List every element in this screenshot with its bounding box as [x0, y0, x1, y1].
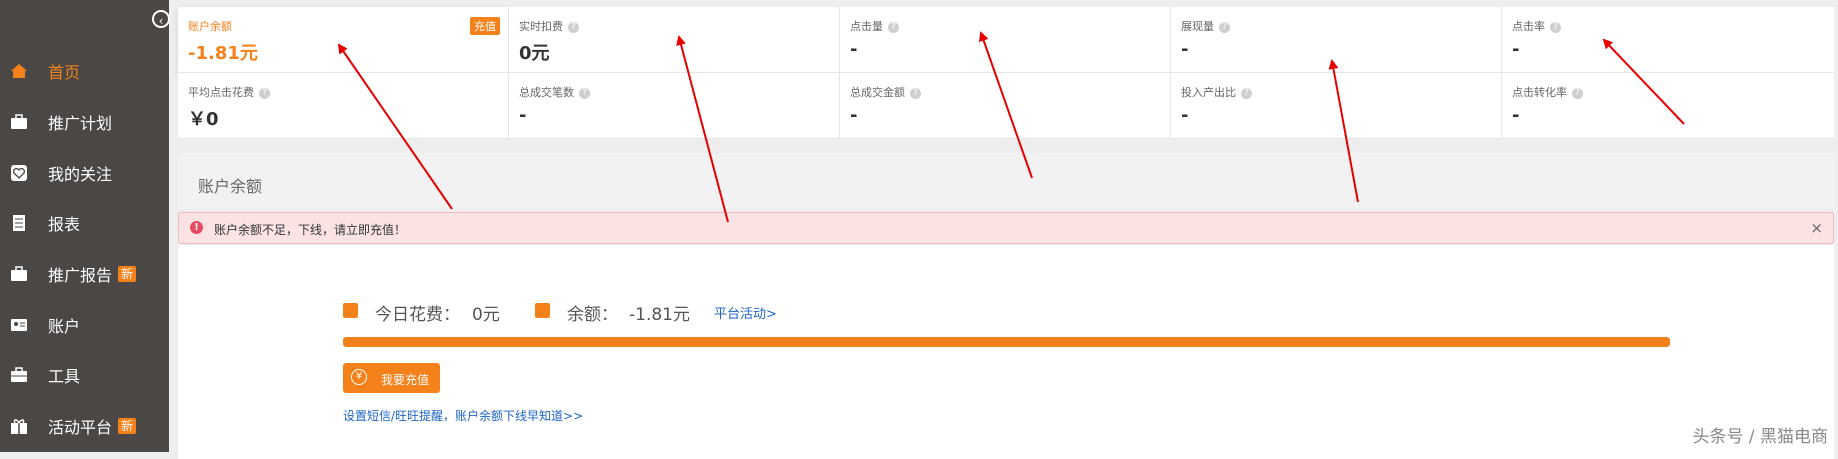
today-spend-label: 今日花费： [375, 305, 460, 325]
metric-label: 点击转化率 [1512, 86, 1567, 99]
sidebar-item-promotion-plan[interactable]: 推广计划 [0, 102, 169, 142]
balance-progress-fill [343, 337, 1670, 347]
metric-label: 账户余额 [188, 20, 232, 33]
help-icon[interactable]: ? [888, 21, 899, 33]
balance-progress-bar [343, 337, 1670, 347]
sidebar-item-home[interactable]: 首页 [0, 51, 169, 91]
platform-activity-link[interactable]: 平台活动> [714, 303, 777, 322]
metric-total-orders: 总成交笔数? - [509, 73, 840, 139]
sidebar-item-promotion-report[interactable]: 推广报告 新 [0, 254, 169, 294]
help-icon[interactable]: ? [1219, 21, 1230, 33]
balance-value: -1.81元 [629, 305, 690, 325]
metrics-panel: 账户余额 充值 -1.81元 实时扣费? 0元 点击量? - 展现量? - 点击… [178, 7, 1834, 139]
metric-value: - [850, 105, 858, 126]
help-icon[interactable]: ? [568, 21, 579, 33]
metric-value: - [1181, 105, 1189, 126]
section-title: 账户余额 [198, 177, 263, 196]
metric-label: 总成交金额 [850, 86, 905, 99]
sidebar-item-label: 工具 [48, 367, 81, 386]
low-balance-alert: ! 账户余额不足，下线，请立即充值！ × [178, 212, 1834, 244]
metric-value: 0元 [519, 43, 550, 64]
metric-total-amount: 总成交金额? - [840, 73, 1171, 139]
metric-realtime-deduction: 实时扣费? 0元 [509, 7, 840, 73]
sidebar-item-reports[interactable]: 报表 [0, 203, 169, 243]
help-icon[interactable]: ? [1550, 21, 1561, 33]
today-spend-legend-icon [343, 303, 358, 318]
sidebar-item-tools[interactable]: 工具 [0, 355, 169, 395]
metric-account-balance[interactable]: 账户余额 充值 -1.81元 [178, 7, 509, 73]
warning-icon: ! [190, 221, 203, 234]
help-icon[interactable]: ? [1572, 87, 1583, 99]
help-icon[interactable]: ? [910, 87, 921, 99]
recharge-button[interactable]: ¥ 我要充值 [343, 363, 440, 393]
new-badge: 新 [118, 266, 137, 282]
balance-label: 余额： [567, 305, 618, 325]
help-icon[interactable]: ? [579, 87, 590, 99]
metric-label: 总成交笔数 [519, 86, 574, 99]
metric-impressions: 展现量? - [1171, 7, 1502, 73]
sidebar-item-label: 推广报告 [48, 266, 113, 285]
watermark: 头条号 / 黑猫电商 [1692, 427, 1828, 447]
metric-label: 点击率 [1512, 20, 1545, 33]
briefcase-icon [10, 265, 28, 283]
id-card-icon [10, 316, 28, 334]
sidebar: ‹ 首页 推广计划 我的关注 报表 推广报告 新 账户 工具 活动平台 新 [0, 0, 170, 452]
today-spend-value: 0元 [472, 305, 500, 325]
metric-roi: 投入产出比? - [1171, 73, 1502, 139]
new-badge: 新 [118, 418, 137, 434]
heart-icon [10, 164, 28, 182]
metric-conversion-rate: 点击转化率? - [1502, 73, 1834, 139]
sidebar-item-activity-platform[interactable]: 活动平台 新 [0, 406, 169, 446]
metric-value: -1.81元 [188, 43, 258, 64]
report-icon [10, 214, 28, 232]
metric-label: 点击量 [850, 20, 883, 33]
metric-value: - [1512, 39, 1520, 60]
briefcase-icon [10, 113, 28, 131]
alert-message: 账户余额不足，下线，请立即充值！ [214, 223, 407, 237]
collapse-sidebar-icon[interactable]: ‹ [152, 10, 170, 28]
sidebar-item-label: 报表 [48, 215, 81, 234]
metric-value: - [850, 39, 858, 60]
toolbox-icon [10, 366, 28, 384]
sms-reminder-link[interactable]: 设置短信/旺旺提醒，账户余额下线早知道>> [343, 407, 583, 424]
metric-ctr: 点击率? - [1502, 7, 1834, 73]
balance-panel: 今日花费： 0元 余额： -1.81元 平台活动> ¥ 我要充值 设置短信/旺旺… [178, 245, 1834, 459]
section-header: 账户余额 [178, 153, 1834, 209]
sidebar-item-label: 我的关注 [48, 165, 113, 184]
sidebar-item-label: 首页 [48, 63, 81, 82]
sidebar-item-label: 账户 [48, 317, 81, 336]
yen-icon: ¥ [351, 369, 367, 385]
home-icon [10, 62, 28, 80]
recharge-button-label: 我要充值 [381, 373, 430, 387]
metric-label: 展现量 [1181, 20, 1214, 33]
sidebar-item-label: 推广计划 [48, 114, 113, 133]
sidebar-item-account[interactable]: 账户 [0, 305, 169, 345]
recharge-tag-button[interactable]: 充值 [470, 17, 500, 35]
close-icon[interactable]: × [1810, 219, 1823, 237]
metric-value: ￥0 [188, 109, 219, 130]
help-icon[interactable]: ? [1241, 87, 1252, 99]
metric-clicks: 点击量? - [840, 7, 1171, 73]
help-icon[interactable]: ? [259, 87, 270, 99]
metric-value: - [519, 105, 527, 126]
metric-label: 投入产出比 [1181, 86, 1236, 99]
gift-icon [10, 417, 28, 435]
balance-legend-icon [535, 303, 550, 318]
metric-value: - [1181, 39, 1189, 60]
metric-avg-cpc: 平均点击花费? ￥0 [178, 73, 509, 139]
sidebar-item-my-follow[interactable]: 我的关注 [0, 153, 169, 193]
metric-value: - [1512, 105, 1520, 126]
sidebar-item-label: 活动平台 [48, 418, 113, 437]
metric-label: 实时扣费 [519, 20, 563, 33]
metric-label: 平均点击花费 [188, 86, 254, 99]
